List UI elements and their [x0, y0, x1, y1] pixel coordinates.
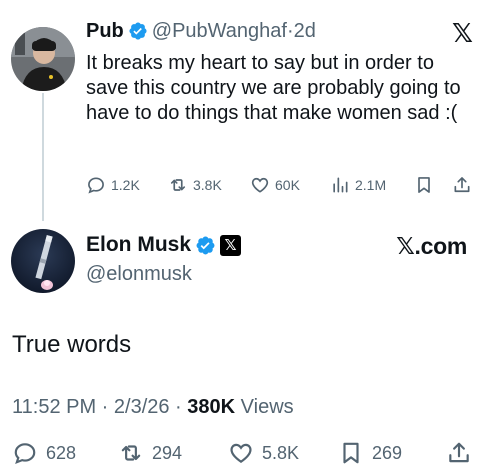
quoted-repost-count: 3.8K [193, 177, 222, 193]
bookmark-icon [418, 177, 430, 193]
reply-icon [88, 177, 104, 194]
repost-icon [121, 445, 141, 461]
affiliate-x-badge-icon[interactable]: 𝕏 [220, 234, 242, 256]
repost-count: 294 [152, 442, 183, 463]
post-actions: 628 294 5.8K 269 [12, 440, 474, 466]
reply-icon [14, 443, 36, 465]
post-meta: 11:52 PM · 2/3/26 · 380K Views [12, 396, 294, 419]
quoted-views-count: 2.1M [355, 177, 387, 193]
quoted-author-handle-and-time[interactable]: @PubWanghaf·2d [152, 20, 316, 43]
reply-button[interactable]: 628 [12, 440, 76, 466]
author-avatar[interactable] [11, 229, 75, 293]
views-chart-icon [333, 177, 348, 193]
quoted-reply-button[interactable]: 1.2K [86, 175, 140, 195]
quoted-bookmark-button[interactable] [414, 175, 439, 195]
repost-button[interactable]: 294 [118, 440, 182, 466]
like-count: 5.8K [262, 442, 300, 463]
quoted-like-count: 60K [275, 177, 300, 193]
post-timestamp[interactable]: 11:52 PM · 2/3/26 · [12, 396, 187, 418]
bookmark-icon [343, 442, 359, 464]
quoted-author-name[interactable]: Pub [86, 20, 124, 43]
bookmark-button[interactable]: 269 [338, 440, 402, 466]
heart-icon [251, 177, 269, 193]
x-logo-icon: 𝕏 [452, 18, 473, 48]
reply-count: 628 [46, 442, 77, 463]
quoted-reply-count: 1.2K [111, 177, 140, 193]
verified-badge-icon [128, 21, 148, 41]
quoted-author-avatar[interactable] [11, 27, 75, 91]
like-button[interactable]: 5.8K [228, 440, 299, 466]
share-button[interactable] [446, 440, 480, 466]
heart-icon [230, 443, 252, 463]
post-views-label: Views [235, 396, 294, 418]
quoted-tweet-text: It breaks my heart to say but in order t… [86, 52, 461, 124]
verified-badge-icon [195, 235, 216, 256]
thread-connector-line [42, 93, 44, 221]
quoted-views-button[interactable]: 2.1M [330, 175, 386, 195]
quoted-tweet-actions: 1.2K 3.8K 60K 2.1M [86, 175, 476, 197]
post-views-count: 380K [187, 396, 236, 418]
share-icon [454, 177, 470, 193]
share-icon [449, 442, 469, 463]
author-name-row: Elon Musk 𝕏 [86, 233, 242, 257]
bookmark-count: 269 [372, 442, 403, 463]
quoted-share-button[interactable] [452, 175, 477, 195]
author-name[interactable]: Elon Musk [86, 233, 191, 257]
post-text: True words [12, 331, 132, 358]
quoted-tweet-header: Pub @PubWanghaf·2d [86, 18, 316, 44]
author-handle[interactable]: @elonmusk [86, 263, 192, 286]
site-label: 𝕏.com [396, 233, 467, 259]
quoted-like-button[interactable]: 60K [250, 175, 300, 195]
quoted-repost-button[interactable]: 3.8K [168, 175, 222, 195]
repost-icon [170, 179, 186, 191]
